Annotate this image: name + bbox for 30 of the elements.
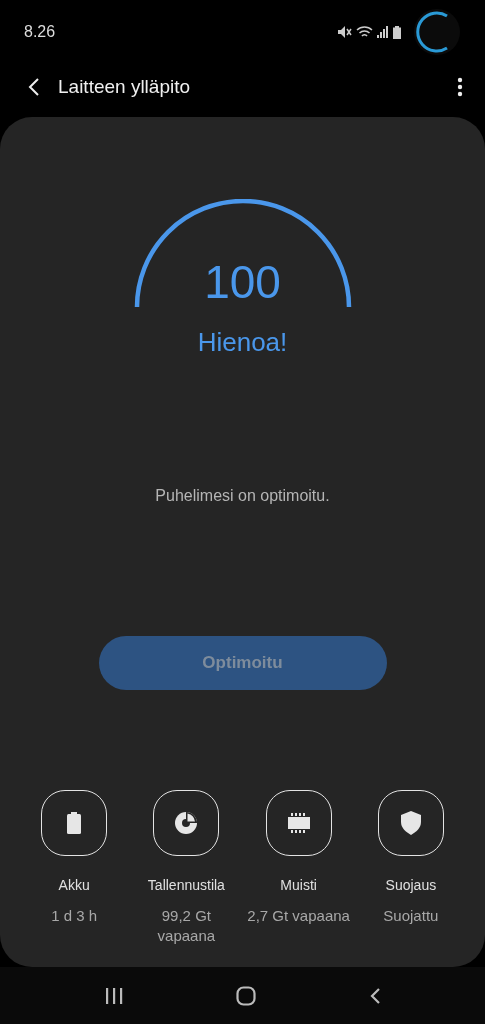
battery-icon [67, 812, 82, 834]
status-message: Puhelimesi on optimoitu. [155, 486, 330, 506]
memory-chip-icon [287, 812, 310, 834]
back-icon[interactable] [368, 986, 381, 1005]
category-label: Tallennustila [147, 876, 225, 895]
score-rating: Hienoa! [197, 326, 288, 359]
category-label: Akku [58, 876, 90, 895]
category-button[interactable] [41, 790, 108, 856]
pie-chart-icon [175, 812, 198, 834]
category-button[interactable] [153, 790, 220, 856]
shield-icon [400, 811, 421, 835]
mute-icon [338, 26, 352, 38]
more-options-icon[interactable] [457, 77, 463, 97]
category-value: 99,2 Gt vapaana [156, 906, 217, 945]
status-time: 8.26 [24, 22, 56, 42]
category-button[interactable] [377, 790, 444, 856]
home-icon[interactable] [235, 985, 256, 1006]
score-value: 100 [203, 259, 282, 305]
category-label: Muisti [280, 876, 317, 895]
battery-icon [393, 25, 401, 39]
category-button[interactable] [265, 790, 332, 856]
category-value: 1 d 3 h [50, 906, 99, 926]
signal-icon [377, 26, 389, 38]
loading-spinner-icon [413, 8, 461, 56]
recent-apps-icon[interactable] [104, 987, 123, 1004]
category-value: 2,7 Gt vapaana [246, 906, 351, 926]
category-value: Suojattu [382, 906, 440, 926]
wifi-icon [356, 25, 373, 39]
page-title: Laitteen ylläpito [58, 74, 191, 99]
category-label: Suojaus [385, 876, 437, 895]
